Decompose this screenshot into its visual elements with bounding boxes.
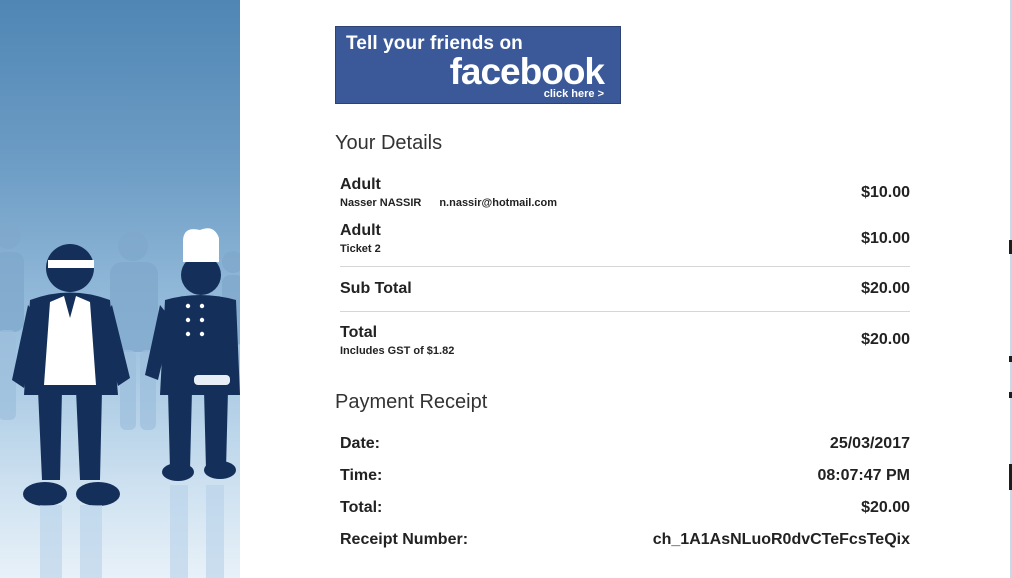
subtotal-row: Sub Total $20.00: [340, 280, 910, 302]
divider: [340, 266, 910, 267]
receipt-label: Receipt Number:: [340, 531, 469, 548]
divider: [340, 311, 910, 312]
facebook-logo-text: facebook: [449, 51, 605, 92]
ticket-type: Adult: [340, 176, 381, 193]
subtotal-label: Sub Total: [340, 280, 412, 297]
facebook-share-banner[interactable]: Tell your friends on facebook click here…: [335, 26, 621, 104]
ticket-amount: $10.00: [861, 184, 910, 201]
subtotal-amount: $20.00: [861, 280, 910, 297]
receipt-value: ch_1A1AsNLuoR0dvCTeFcsTeQix: [652, 531, 910, 548]
ticket-row: Adult Ticket 2 $10.00: [340, 222, 910, 258]
receipt-row-time: Time: 08:07:47 PM: [340, 467, 910, 487]
receipt-value: 25/03/2017: [829, 435, 910, 452]
receipt-row-date: Date: 25/03/2017: [340, 435, 910, 455]
receipt-label: Time:: [340, 467, 383, 484]
receipt-value: $20.00: [861, 499, 910, 516]
facebook-click-here-link[interactable]: click here >: [544, 88, 604, 100]
receipt-row-number: Receipt Number: ch_1A1AsNLuoR0dvCTeFcsTe…: [340, 531, 910, 551]
ticket-holder: Nasser NASSIR n.nassir@hotmail.com: [340, 197, 557, 209]
ticket-type: Adult: [340, 222, 381, 239]
gst-note: Includes GST of $1.82: [340, 345, 455, 357]
ticket-row: Adult Nasser NASSIR n.nassir@hotmail.com …: [340, 176, 910, 212]
ticket-holder-name: Nasser NASSIR: [340, 197, 422, 209]
ticket-holder-name: Ticket 2: [340, 243, 381, 255]
receipt-label: Total:: [340, 499, 383, 516]
payment-receipt-heading: Payment Receipt: [335, 391, 488, 413]
total-label: Total: [340, 324, 378, 341]
workers-illustration-icon: [0, 223, 240, 578]
ticket-amount: $10.00: [861, 230, 910, 247]
total-row: Total Includes GST of $1.82 $20.00: [340, 324, 910, 360]
receipt-row-total: Total: $20.00: [340, 499, 910, 519]
your-details-heading: Your Details: [335, 132, 443, 154]
total-amount: $20.00: [861, 331, 910, 348]
ticket-holder-email: n.nassir@hotmail.com: [439, 197, 558, 209]
decorative-illustration-panel: [0, 0, 240, 578]
receipt-label: Date:: [340, 435, 381, 452]
receipt-value: 08:07:47 PM: [817, 467, 911, 484]
